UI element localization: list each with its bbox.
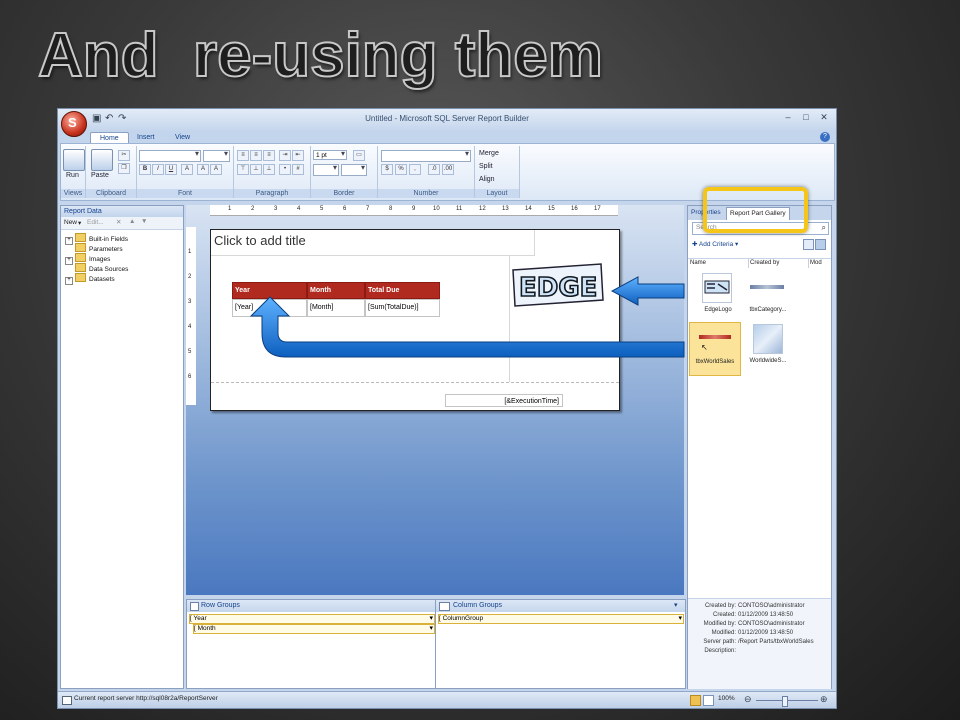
arrow-to-logo-icon — [610, 276, 685, 306]
arrow-to-table-icon — [249, 296, 685, 358]
annotation-arrows — [249, 276, 685, 358]
orb-glyph: S — [68, 115, 77, 130]
application-button[interactable]: S — [61, 111, 87, 137]
